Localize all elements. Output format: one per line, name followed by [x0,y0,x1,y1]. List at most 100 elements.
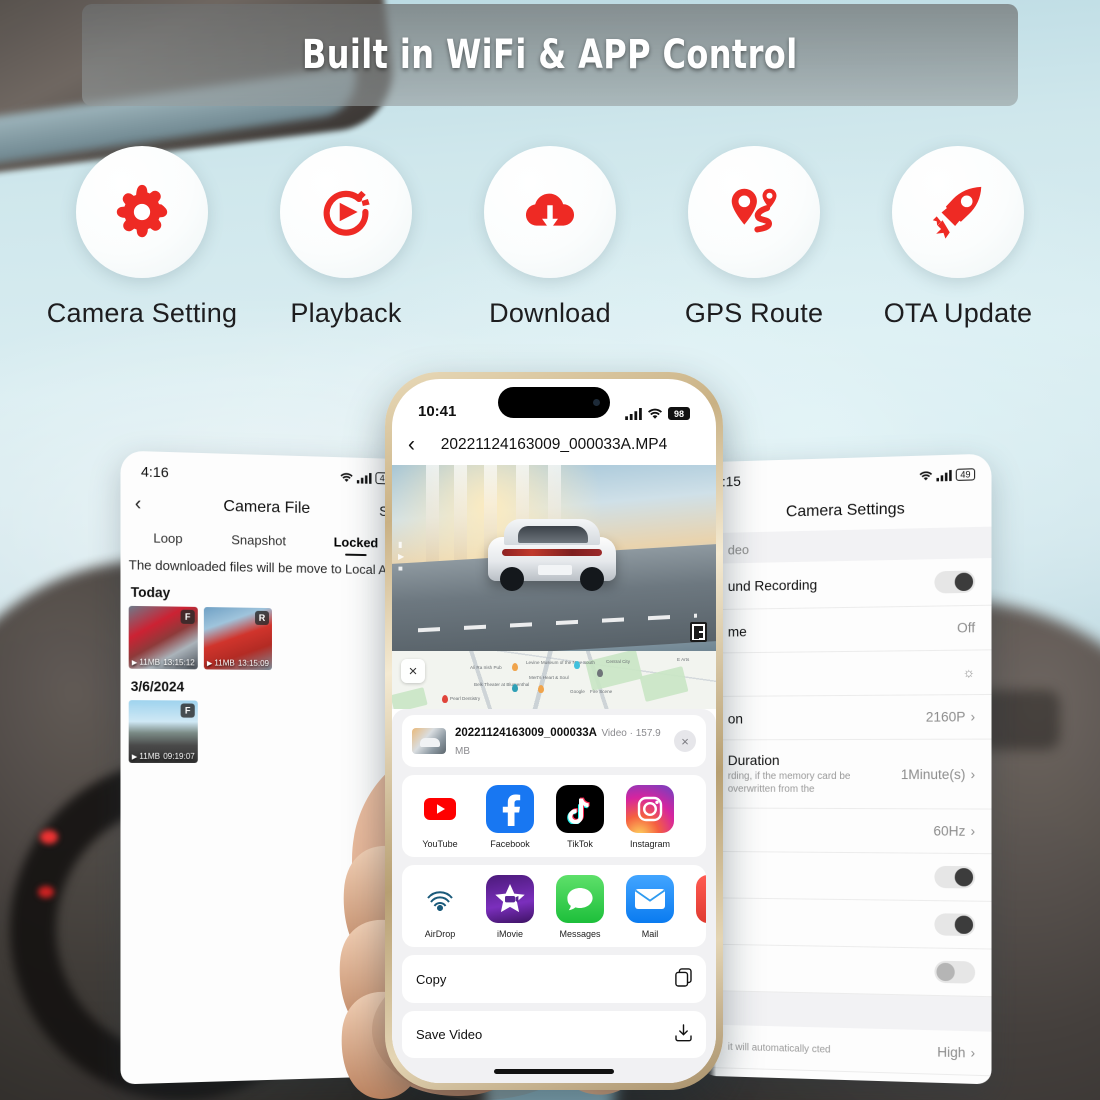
feature-label: Camera Setting [46,298,238,328]
speaker-icon: ☼ [962,664,976,680]
share-app-airdrop[interactable]: AirDrop [414,875,466,939]
share-app-label: Facebook [490,839,530,849]
feature-download[interactable]: Download [448,146,652,346]
map-close-button[interactable]: × [401,659,425,683]
thumb-time: 13:15:09 [237,658,269,668]
video-car [488,519,616,593]
gps-map-strip[interactable]: Ali Ra Irish Pub Levine Museum of the Ne… [392,651,716,709]
center-phone: 10:41 98 ‹ 20221124163009_000033A.MP4 ▮ … [385,372,723,1090]
setting-label: me [727,622,747,639]
setting-frequency[interactable]: 60Hz › [702,808,992,855]
setting-datetime[interactable]: me Off [702,605,992,654]
thumb-badge: F [180,703,195,718]
file-thumbnail [412,728,446,754]
feature-label: OTA Update [883,298,1033,328]
feature-icon-circle [76,146,208,278]
file-info: 20221124163009_000033A Video · 157.9 MB [455,723,665,759]
right-battery-badge: 49 [955,468,976,481]
share-action-copy[interactable]: Copy [402,955,706,1003]
share-app-youtube[interactable]: YouTube [414,785,466,849]
share-action-label: Copy [416,971,447,987]
split-screen-icon[interactable] [690,622,707,642]
setting-loop-duration[interactable]: Duration rding, if the memory card be ov… [702,739,992,810]
chevron-right-icon: › [970,709,976,725]
setting-sound-recording[interactable]: und Recording [702,558,992,611]
map-pin-icon [512,663,518,671]
left-thumb-group-second: F 11MB 09:19:07 [120,700,409,763]
wifi-icon [340,472,353,482]
setting-value: 2160P › [926,709,975,724]
file-name: 20221124163009_000033A [455,727,597,739]
list-item[interactable]: F 11MB 13:15:12 [128,605,198,670]
tiktok-icon [556,785,604,833]
share-app-instagram[interactable]: Instagram [624,785,676,849]
right-phone-camera-settings: :15 49 ‹ Camera Settings deo und Recordi… [702,453,992,1085]
setting-label-group: it will automatically cted [728,1039,831,1057]
share-app-mail[interactable]: Mail [624,875,676,939]
left-status-time: 4:16 [140,463,169,481]
feature-gps-route[interactable]: GPS Route [652,146,856,346]
share-app-messages[interactable]: Messages [554,875,606,939]
wifi-icon [647,408,663,419]
thumb-badge: R [255,610,269,626]
setting-slider-row[interactable]: ☼ [702,650,992,698]
thumb-time: 09:19:07 [163,751,195,761]
setting-label [728,1039,831,1042]
share-action-label: Save Video [416,1027,483,1042]
tab-loop[interactable]: Loop [153,530,182,552]
setting-value: Off [957,620,976,636]
setting-resolution[interactable]: on 2160P › [702,694,992,741]
thumb-meta: 11MB 13:15:09 [204,655,272,670]
bridge-pillar [454,465,467,566]
toggle-switch[interactable] [934,913,976,937]
left-page-title: Camera File [223,497,311,518]
setting-sublabel: rding, if the memory card be overwritten… [727,770,851,795]
toggle-switch[interactable] [934,570,976,594]
facebook-icon [486,785,534,833]
list-item[interactable]: R 11MB 13:15:09 [203,607,272,671]
notes-icon [696,875,706,923]
feature-icon-row: Camera Setting Playback Download GPS Rou… [0,146,1100,346]
video-preview[interactable]: ▮ ▶ ■ [392,465,716,651]
map-pin-icon [574,661,580,669]
share-app-tiktok[interactable]: TikTok [554,785,606,849]
share-app-label: TikTok [567,839,593,849]
right-status-indicators: 49 [919,468,976,482]
setting-value-text: 2160P [925,709,966,725]
map-label: E Arts [677,657,690,662]
setting-value: 60Hz › [933,823,975,838]
share-app-label: iMovie [496,929,523,939]
toggle-switch[interactable] [934,960,976,984]
headline-text: Built in WiFi & APP Control [302,32,798,78]
share-app-notes[interactable]: Not [694,875,706,939]
cellular-icon [625,407,642,420]
thumb-badge: F [180,609,195,624]
center-status-bar: 10:41 98 [392,379,716,425]
dynamic-island [498,387,610,418]
share-file-row[interactable]: 20221124163009_000033A Video · 157.9 MB … [402,715,706,767]
feature-camera-setting[interactable]: Camera Setting [40,146,244,346]
instagram-icon [626,785,674,833]
setting-toggle-a[interactable] [702,851,992,902]
share-app-imovie[interactable]: iMovie [484,875,536,939]
tab-locked[interactable]: Locked [334,535,379,557]
tab-snapshot[interactable]: Snapshot [231,532,286,554]
feature-icon-circle [484,146,616,278]
setting-value: High › [937,1044,975,1060]
setting-toggle-c[interactable] [702,944,992,998]
feature-ota-update[interactable]: OTA Update [856,146,1060,346]
list-item[interactable]: F 11MB 09:19:07 [128,700,198,763]
video-overlay-controls[interactable]: ▮ ▶ ■ [398,539,416,575]
left-back-button[interactable]: ‹ [135,494,141,516]
center-status-time: 10:41 [418,403,457,420]
share-apps-row-2: AirDrop iMovie Messages Mail [402,865,706,947]
close-icon[interactable]: × [674,730,696,752]
messages-icon [556,875,604,923]
toggle-switch[interactable] [934,865,976,889]
setting-toggle-b[interactable] [702,898,992,950]
map-label: Central City [606,659,630,664]
share-app-facebook[interactable]: Facebook [484,785,536,849]
feature-label: GPS Route [684,298,824,328]
feature-playback[interactable]: Playback [244,146,448,346]
share-action-save-video[interactable]: Save Video [402,1011,706,1058]
